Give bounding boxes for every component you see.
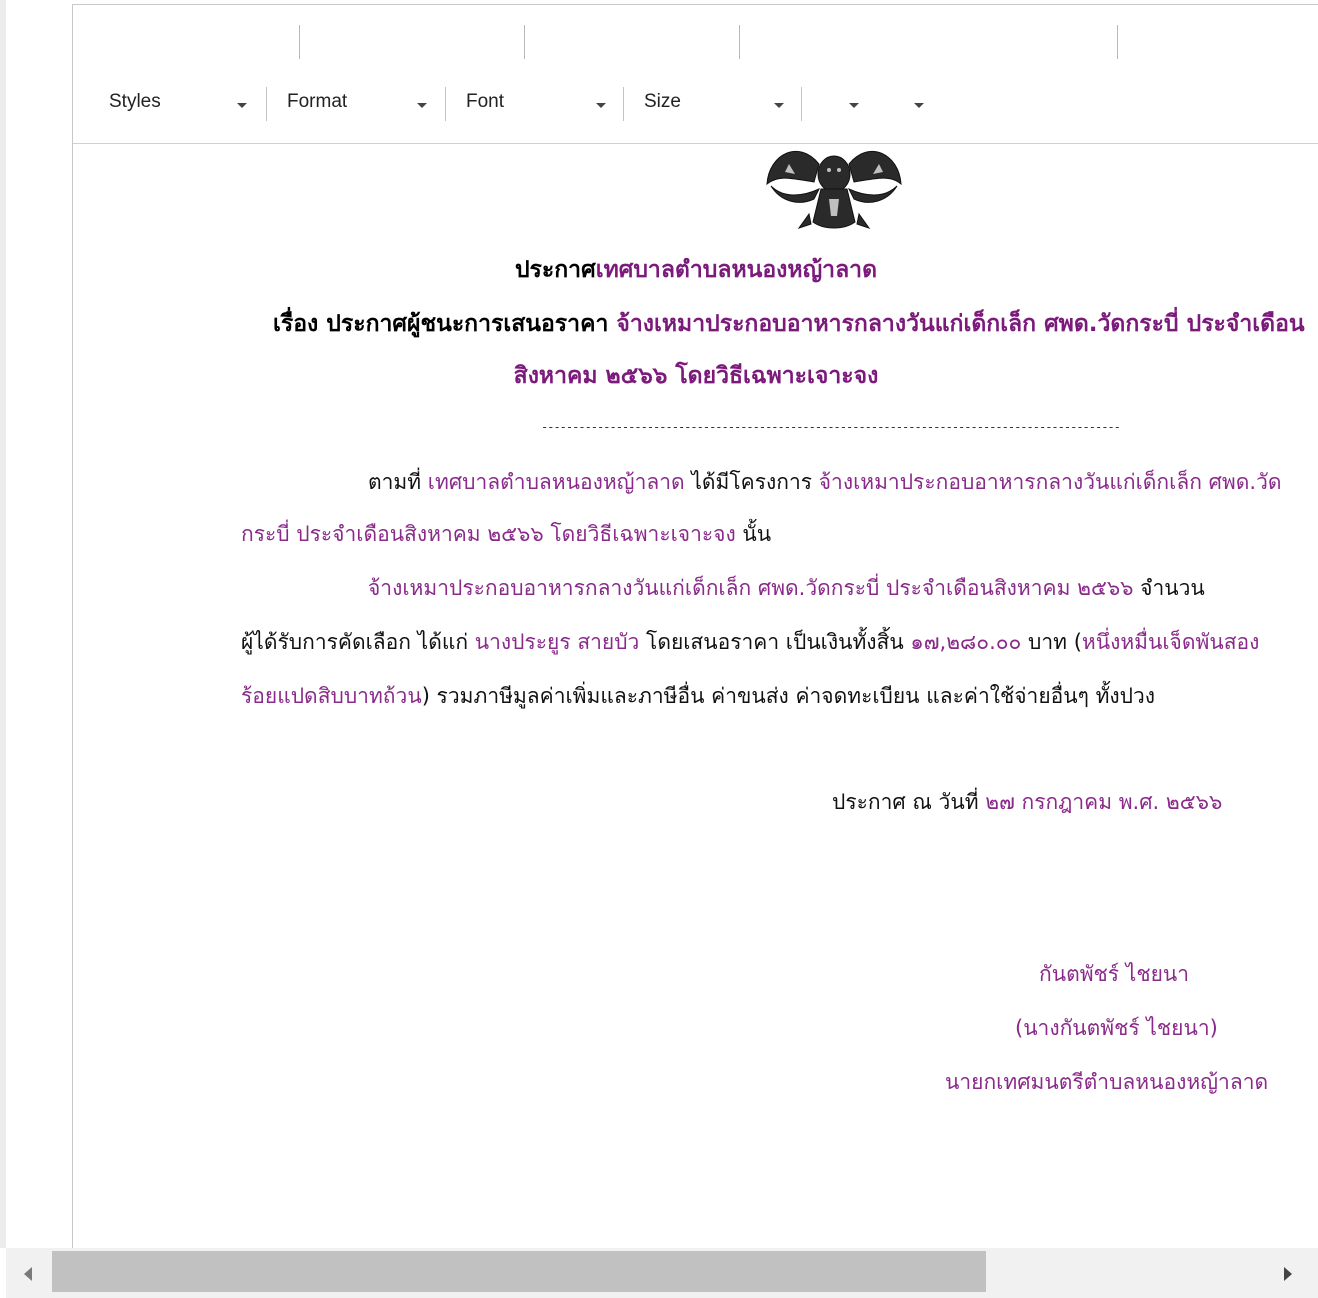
editor-toolbar: Styles Format Font Size bbox=[73, 5, 1318, 144]
doc-subject-line2: สิงหาคม ๒๕๖๖ โดยวิธีเฉพาะเจาะจง bbox=[513, 363, 879, 389]
chevron-down-icon bbox=[774, 103, 784, 108]
left-gutter bbox=[0, 0, 6, 1248]
date-value: ๒๗ กรกฎาคม พ.ศ. ๒๕๖๖ bbox=[985, 790, 1223, 814]
paragraph-2-line-3: ร้อยแปดสิบบาทถ้วน) รวมภาษีมูลค่าเพิ่มและ… bbox=[241, 680, 1155, 713]
signer-fullname: (นางกันตพัชร์ ไชยนา) bbox=[1015, 1016, 1218, 1040]
doc-title-prefix: ประกาศ bbox=[514, 257, 596, 283]
p1-mid: ได้มีโครงการ bbox=[684, 470, 819, 494]
divider-line: ----------------------------------------… bbox=[541, 420, 1121, 434]
p3-winner: นางประยูร สายบัว bbox=[474, 630, 640, 654]
format-dropdown[interactable]: Format bbox=[287, 87, 437, 121]
font-dropdown-label: Font bbox=[466, 91, 505, 112]
p2-project: จ้างเหมาประกอบอาหารกลางวันแก่เด็กเล็ก ศพ… bbox=[368, 576, 1134, 600]
size-dropdown[interactable]: Size bbox=[644, 87, 794, 121]
toolbar-separator bbox=[299, 25, 300, 59]
toolbar-separator bbox=[524, 25, 525, 59]
p3-unit: บาท ( bbox=[1021, 630, 1082, 654]
paragraph-2-line-2: ผู้ได้รับการคัดเลือก ได้แก่ นางประยูร สา… bbox=[241, 626, 1259, 659]
doc-subject-prefix: เรื่อง ประกาศผู้ชนะการเสนอราคา bbox=[273, 311, 617, 337]
toolbar-separator bbox=[623, 87, 624, 121]
doc-subject-project: จ้างเหมาประกอบอาหารกลางวันแก่เด็กเล็ก ศพ… bbox=[616, 311, 1305, 337]
paragraph-1-line-2: กระบี่ ประจำเดือนสิงหาคม ๒๕๖๖ โดยวิธีเฉพ… bbox=[241, 518, 771, 551]
p3-amount-words: หนึ่งหมื่นเจ็ดพันสอง bbox=[1081, 630, 1260, 654]
p1-line2-suffix: นั้น bbox=[735, 522, 772, 546]
signer-position: นายกเทศมนตรีตำบลหนองหญ้าลาด bbox=[945, 1070, 1269, 1094]
chevron-down-icon bbox=[596, 103, 606, 108]
toolbar-row-2: Styles Format Font Size bbox=[73, 87, 1318, 121]
p3-prefix: ผู้ได้รับการคัดเลือก ได้แก่ bbox=[241, 630, 475, 654]
toolbar-row-1 bbox=[73, 25, 1318, 61]
horizontal-scrollbar[interactable] bbox=[6, 1248, 1318, 1298]
styles-dropdown-label: Styles bbox=[109, 91, 161, 112]
scrollbar-thumb[interactable] bbox=[52, 1251, 986, 1292]
toolbar-separator bbox=[266, 87, 267, 121]
paragraph-1-line-1: ตามที่ เทศบาลตำบลหนองหญ้าลาด ได้มีโครงกา… bbox=[368, 466, 1282, 499]
chevron-down-icon bbox=[914, 103, 924, 108]
format-dropdown-label: Format bbox=[287, 91, 348, 112]
p4-amount-words: ร้อยแปดสิบบาทถ้วน bbox=[241, 684, 422, 708]
garuda-seal-icon bbox=[759, 144, 909, 234]
announcement-date: ประกาศ ณ วันที่ ๒๗ กรกฎาคม พ.ศ. ๒๕๖๖ bbox=[832, 786, 1222, 819]
p1-org: เทศบาลตำบลหนองหญ้าลาด bbox=[427, 470, 685, 494]
scroll-left-button[interactable] bbox=[6, 1248, 48, 1298]
doc-title: ประกาศเทศบาลตำบลหนองหญ้าลาด bbox=[73, 252, 1318, 288]
arrow-left-icon bbox=[24, 1267, 32, 1281]
rich-text-editor: Styles Format Font Size ประกาศเทศบาลตำบล… bbox=[72, 4, 1318, 1250]
p2-suffix: จำนวน bbox=[1133, 576, 1205, 600]
toolbar-separator bbox=[801, 87, 802, 121]
paragraph-2-line-1: จ้างเหมาประกอบอาหารกลางวันแก่เด็กเล็ก ศพ… bbox=[368, 572, 1205, 605]
p1-project: จ้างเหมาประกอบอาหารกลางวันแก่เด็กเล็ก ศพ… bbox=[818, 470, 1282, 494]
p4-suffix: ) รวมภาษีมูลค่าเพิ่มและภาษีอื่น ค่าขนส่ง… bbox=[421, 684, 1156, 708]
styles-dropdown[interactable]: Styles bbox=[109, 87, 259, 121]
chevron-down-icon bbox=[417, 103, 427, 108]
editor-content[interactable]: ประกาศเทศบาลตำบลหนองหญ้าลาด เรื่อง ประกา… bbox=[73, 144, 1318, 1249]
toolbar-separator bbox=[1117, 25, 1118, 59]
p3-mid: โดยเสนอราคา เป็นเงินทั้งสิ้น bbox=[639, 630, 911, 654]
p1-line2-project: กระบี่ ประจำเดือนสิงหาคม ๒๕๖๖ โดยวิธีเฉพ… bbox=[241, 522, 736, 546]
chevron-down-icon bbox=[849, 103, 859, 108]
size-dropdown-label: Size bbox=[644, 91, 681, 112]
p1-prefix: ตามที่ bbox=[368, 470, 428, 494]
doc-subject: เรื่อง ประกาศผู้ชนะการเสนอราคา จ้างเหมาป… bbox=[273, 306, 1318, 342]
doc-title-org: เทศบาลตำบลหนองหญ้าลาด bbox=[595, 257, 878, 283]
chevron-down-icon bbox=[237, 103, 247, 108]
font-dropdown[interactable]: Font bbox=[466, 87, 616, 121]
toolbar-separator bbox=[445, 87, 446, 121]
scroll-right-button[interactable] bbox=[1268, 1248, 1310, 1298]
arrow-right-icon bbox=[1284, 1267, 1292, 1281]
text-color-dropdown[interactable] bbox=[833, 87, 873, 121]
background-color-dropdown[interactable] bbox=[898, 87, 938, 121]
date-prefix: ประกาศ ณ วันที่ bbox=[832, 790, 986, 814]
signer-name: กันตพัชร์ ไชยนา bbox=[1039, 962, 1190, 986]
p3-amount: ๑๗,๒๘๐.๐๐ bbox=[910, 630, 1022, 654]
toolbar-separator bbox=[739, 25, 740, 59]
